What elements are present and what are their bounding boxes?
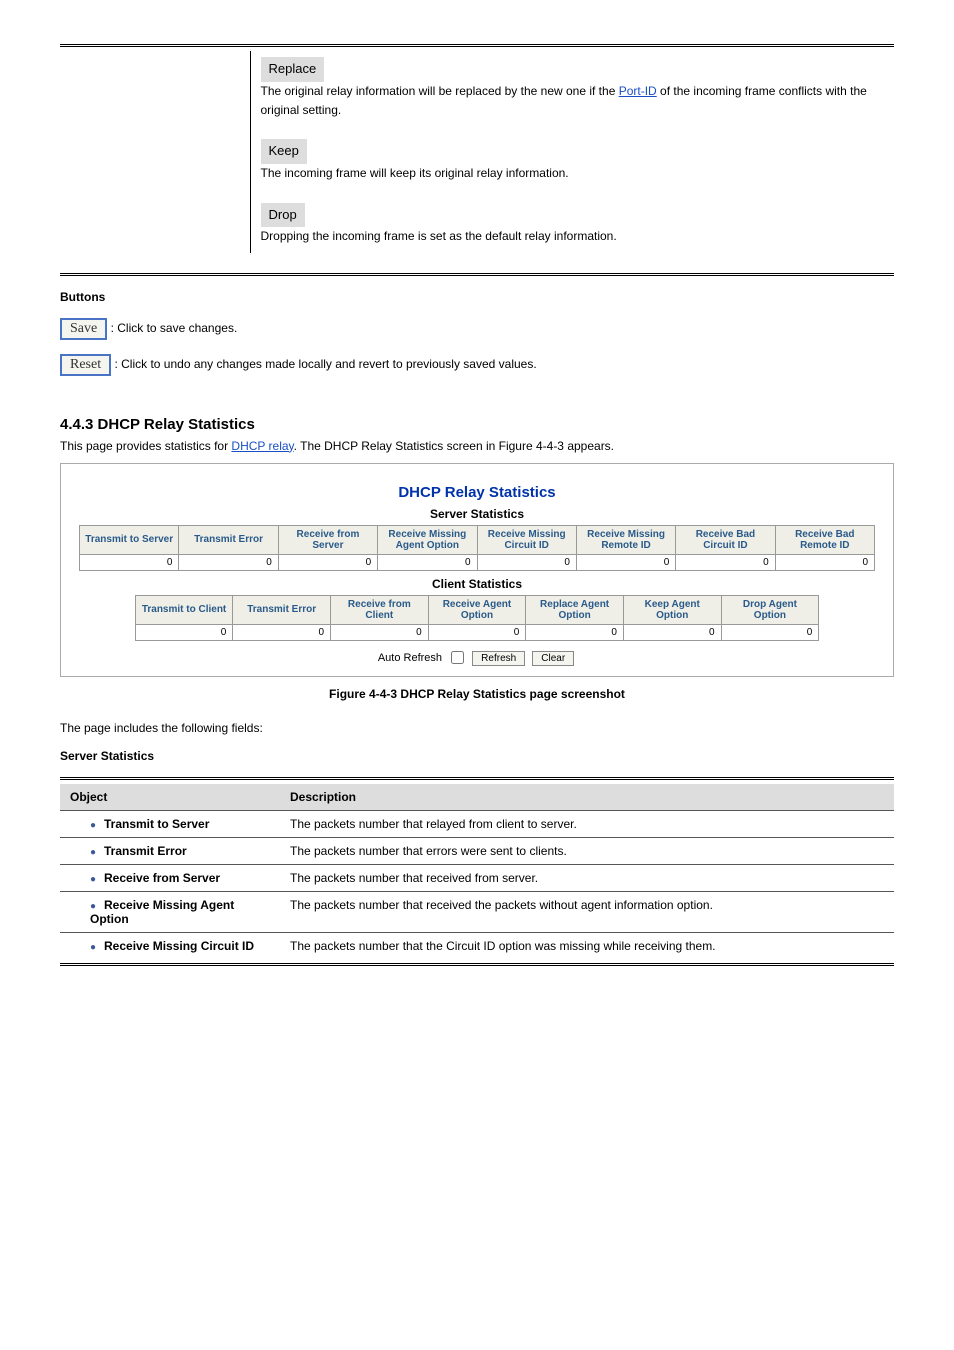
col-transmit-to-server: Transmit to Server — [80, 525, 179, 554]
row-obj-4: Receive Missing Circuit ID — [104, 939, 254, 953]
server-stats-subtitle: Server Statistics — [79, 507, 875, 521]
replace-label: Replace — [261, 57, 325, 82]
row-desc-2: The packets number that received from se… — [280, 864, 894, 891]
section-desc-before: This page provides statistics for — [60, 439, 231, 453]
server-stats-group: Server Statistics — [60, 749, 894, 763]
col-receive-from-client: Receive from Client — [331, 595, 429, 624]
port-id-link[interactable]: Port-ID — [619, 84, 657, 98]
th-object: Object — [60, 784, 280, 811]
row-desc-4: The packets number that the Circuit ID o… — [280, 932, 894, 959]
row-obj-1: Transmit Error — [104, 844, 187, 858]
client-row: 0 0 0 0 0 0 0 — [135, 624, 819, 640]
row-desc-3: The packets number that received the pac… — [280, 891, 894, 932]
col-recv-miss-agent: Receive Missing Agent Option — [378, 525, 477, 554]
dhcp-relay-link[interactable]: DHCP relay — [231, 439, 293, 453]
drop-label: Drop — [261, 203, 305, 228]
server-row: 0 0 0 0 0 0 0 0 — [80, 554, 875, 570]
refresh-button[interactable]: Refresh — [472, 651, 525, 666]
col-recv-miss-circuit: Receive Missing Circuit ID — [477, 525, 576, 554]
client-stats-table: Transmit to Client Transmit Error Receiv… — [135, 595, 820, 641]
row-obj-3: Receive Missing Agent Option — [90, 898, 234, 926]
auto-refresh-checkbox[interactable] — [451, 651, 464, 664]
save-button[interactable]: Save — [60, 318, 107, 340]
page-lead: The page includes the following fields: — [60, 721, 894, 735]
col-transmit-to-client: Transmit to Client — [135, 595, 233, 624]
col-replace-agent-opt: Replace Agent Option — [526, 595, 624, 624]
figure-caption: Figure 4-4-3 DHCP Relay Statistics page … — [60, 687, 894, 701]
policy-table: Replace The original relay information w… — [60, 51, 894, 253]
auto-refresh-label: Auto Refresh — [378, 652, 442, 664]
buttons-heading: Buttons — [60, 290, 894, 304]
keep-desc: The incoming frame will keep its origina… — [261, 166, 569, 180]
section-desc-after: . The DHCP Relay Statistics screen in Fi… — [294, 439, 614, 453]
col-drop-agent-opt: Drop Agent Option — [721, 595, 819, 624]
keep-label: Keep — [261, 139, 307, 164]
clear-button[interactable]: Clear — [532, 651, 574, 666]
figure-title: DHCP Relay Statistics — [79, 484, 875, 501]
reset-button[interactable]: Reset — [60, 354, 111, 376]
figure-panel: DHCP Relay Statistics Server Statistics … — [60, 463, 894, 677]
row-obj-0: Transmit to Server — [104, 817, 209, 831]
col-recv-agent-opt: Receive Agent Option — [428, 595, 526, 624]
col-receive-from-server: Receive from Server — [278, 525, 377, 554]
col-transmit-error: Transmit Error — [179, 525, 278, 554]
server-stats-table: Transmit to Server Transmit Error Receiv… — [79, 525, 875, 571]
row-desc-1: The packets number that errors were sent… — [280, 837, 894, 864]
th-description: Description — [280, 784, 894, 811]
reset-desc: : Click to undo any changes made locally… — [114, 357, 536, 371]
save-desc: : Click to save changes. — [111, 321, 238, 335]
client-stats-subtitle: Client Statistics — [79, 577, 875, 591]
fields-table: ObjectDescription ●Transmit to ServerThe… — [60, 784, 894, 959]
row-obj-2: Receive from Server — [104, 871, 220, 885]
drop-desc: Dropping the incoming frame is set as th… — [261, 229, 617, 243]
row-desc-0: The packets number that relayed from cli… — [280, 810, 894, 837]
col-recv-bad-circuit: Receive Bad Circuit ID — [676, 525, 775, 554]
col-recv-bad-remote: Receive Bad Remote ID — [775, 525, 874, 554]
col-recv-miss-remote: Receive Missing Remote ID — [576, 525, 675, 554]
replace-desc-before: The original relay information will be r… — [261, 84, 619, 98]
section-heading: 4.4.3 DHCP Relay Statistics — [60, 416, 894, 433]
col-keep-agent-opt: Keep Agent Option — [623, 595, 721, 624]
col-transmit-error-c: Transmit Error — [233, 595, 331, 624]
